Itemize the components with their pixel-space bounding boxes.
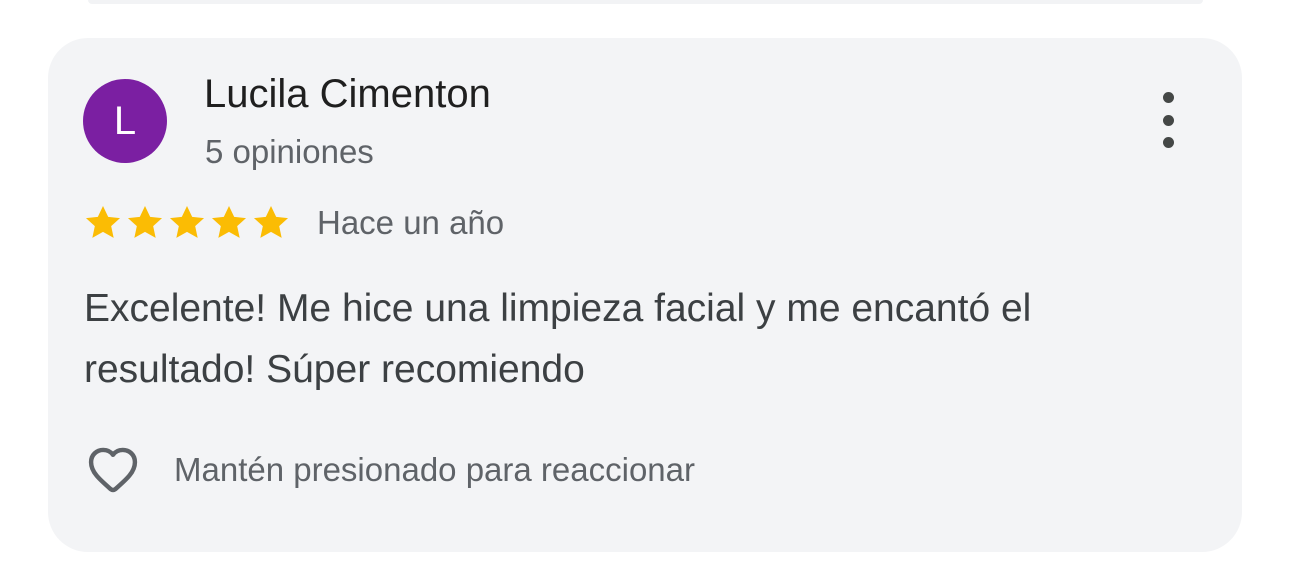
more-vertical-icon [1162, 92, 1174, 103]
avatar-initial: L [113, 99, 137, 143]
author-name[interactable]: Lucila Cimenton [204, 72, 491, 117]
star-icon [128, 206, 162, 238]
react-button[interactable]: Mantén presionado para reaccionar [83, 440, 695, 500]
review-text: Excelente! Me hice una limpieza facial y… [84, 287, 1032, 391]
more-options-button[interactable] [1151, 92, 1185, 148]
review-card: L Lucila Cimenton 5 opiniones Hace un añ… [48, 38, 1242, 552]
top-divider [88, 0, 1203, 4]
rating-row: Hace un año [83, 201, 504, 245]
star-rating [83, 203, 293, 243]
heart-outline-icon [88, 447, 138, 493]
author-review-count: 5 opiniones [205, 133, 374, 170]
react-label: Mantén presionado para reaccionar [174, 451, 695, 488]
star-icon [254, 206, 288, 238]
more-vertical-icon-dot [1162, 114, 1174, 126]
review-date: Hace un año [317, 204, 505, 241]
star-icon [86, 206, 120, 238]
star-icon [170, 206, 204, 238]
more-vertical-icon-dot [1162, 137, 1174, 148]
avatar[interactable]: L [83, 79, 167, 163]
star-icon [212, 206, 246, 238]
